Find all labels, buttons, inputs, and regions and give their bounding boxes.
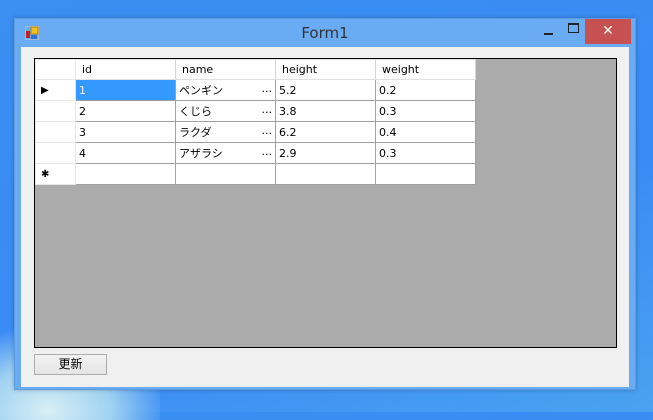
maximize-button[interactable]	[568, 23, 579, 33]
cell-name-text: ペンギン	[179, 84, 223, 97]
cell-name[interactable]	[175, 163, 276, 185]
cell-id[interactable]	[75, 163, 176, 185]
cell-id[interactable]: 3	[75, 121, 176, 143]
close-button[interactable]: ✕	[585, 19, 631, 44]
cell-weight[interactable]: 0.3	[375, 142, 476, 164]
cell-name[interactable]: アザラシ...	[175, 142, 276, 164]
cell-id[interactable]: 2	[75, 100, 176, 122]
cell-id[interactable]: 1	[75, 79, 176, 101]
cell-name-text: アザラシ	[179, 147, 223, 160]
table-row[interactable]: 4 アザラシ... 2.9 0.3	[35, 142, 476, 164]
ellipsis-button[interactable]: ...	[262, 124, 273, 140]
cell-name[interactable]: ラクダ...	[175, 121, 276, 143]
cell-name-text: くじら	[179, 105, 212, 118]
cell-name[interactable]: ペンギン...	[175, 79, 276, 101]
new-row-header[interactable]: ✱	[35, 163, 76, 185]
minimize-button[interactable]	[538, 19, 558, 39]
form1-window: Form1 ✕ id name height weight ▶ 1 ペンギン..…	[14, 18, 636, 390]
ellipsis-button[interactable]: ...	[262, 145, 273, 161]
cell-height[interactable]: 5.2	[275, 79, 376, 101]
data-grid-view[interactable]: id name height weight ▶ 1 ペンギン... 5.2 0.…	[34, 58, 617, 348]
column-header-weight[interactable]: weight	[375, 59, 476, 80]
cell-height[interactable]: 3.8	[275, 100, 376, 122]
column-header-height[interactable]: height	[275, 59, 376, 80]
table-row[interactable]: 3 ラクダ... 6.2 0.4	[35, 121, 476, 143]
cell-height[interactable]: 6.2	[275, 121, 376, 143]
cell-weight[interactable]: 0.4	[375, 121, 476, 143]
corner-header[interactable]	[35, 59, 76, 80]
cell-name-text: ラクダ	[179, 126, 212, 139]
cell-weight[interactable]: 0.3	[375, 100, 476, 122]
table-row[interactable]: ▶ 1 ペンギン... 5.2 0.2	[35, 79, 476, 101]
column-header-id[interactable]: id	[75, 59, 176, 80]
column-header-name[interactable]: name	[175, 59, 276, 80]
cell-weight[interactable]: 0.2	[375, 79, 476, 101]
client-area: id name height weight ▶ 1 ペンギン... 5.2 0.…	[21, 47, 629, 387]
ellipsis-button[interactable]: ...	[262, 82, 273, 98]
header-row: id name height weight	[35, 59, 476, 80]
cell-weight[interactable]	[375, 163, 476, 185]
cell-height[interactable]: 2.9	[275, 142, 376, 164]
table-row[interactable]: 2 くじら... 3.8 0.3	[35, 100, 476, 122]
update-button[interactable]: 更新	[34, 354, 107, 375]
ellipsis-button[interactable]: ...	[262, 103, 273, 119]
row-header[interactable]	[35, 142, 76, 164]
new-row[interactable]: ✱	[35, 163, 476, 185]
row-header[interactable]	[35, 121, 76, 143]
cell-height[interactable]	[275, 163, 376, 185]
row-header[interactable]	[35, 100, 76, 122]
cell-name[interactable]: くじら...	[175, 100, 276, 122]
cell-id[interactable]: 4	[75, 142, 176, 164]
row-header-current[interactable]: ▶	[35, 79, 76, 101]
